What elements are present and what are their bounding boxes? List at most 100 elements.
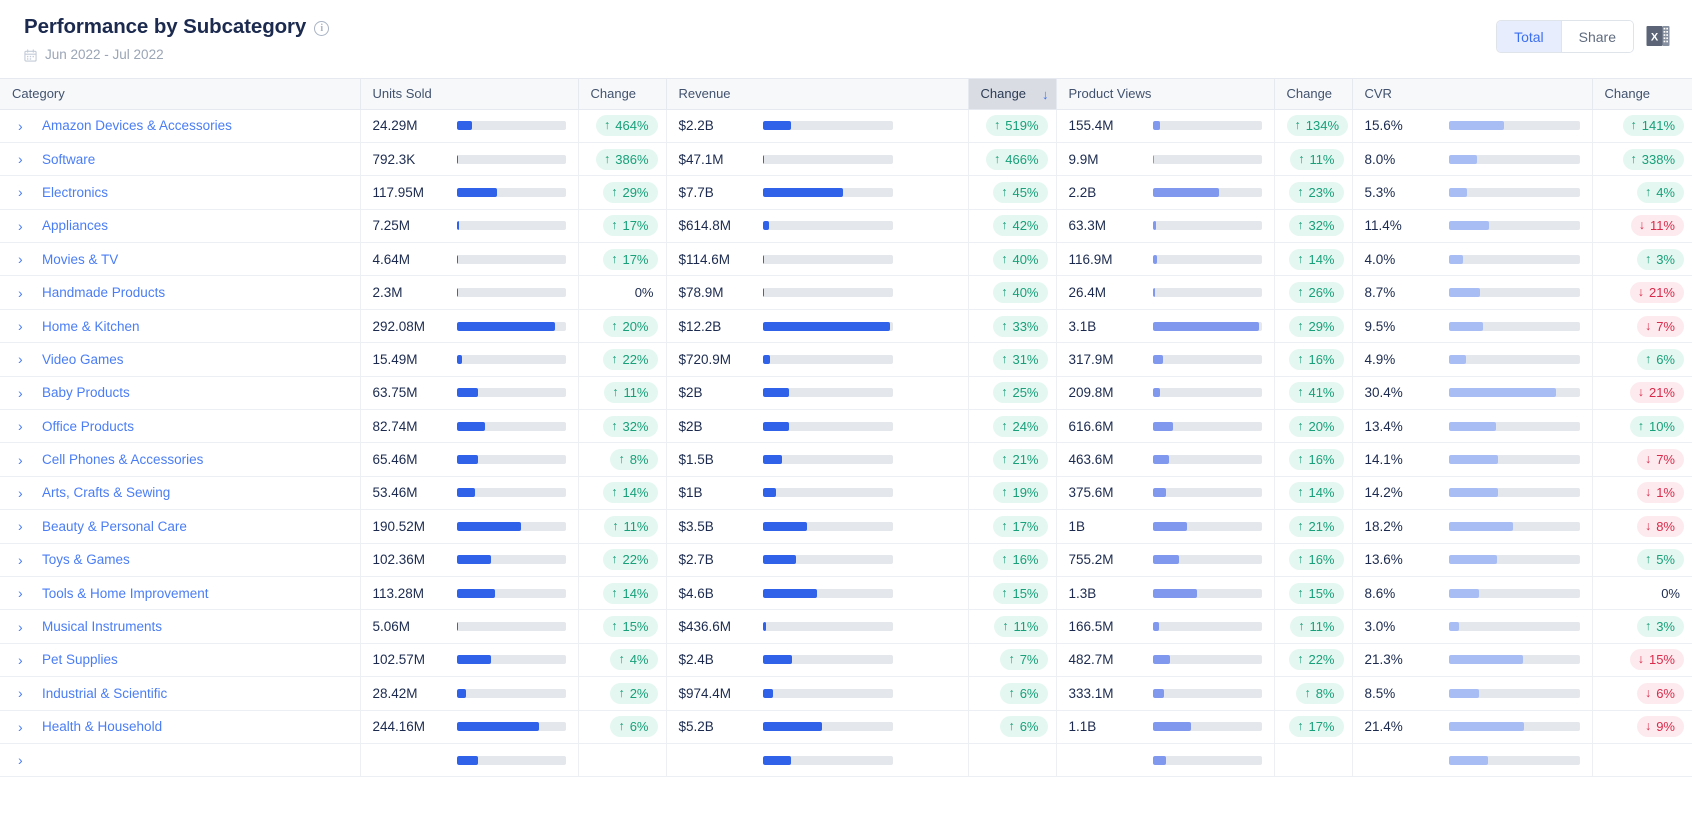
cvr-change-badge-value: 5% [1656, 552, 1675, 567]
table-row[interactable]: ›Industrial & Scientific28.42M↑2%$974.4M… [0, 677, 1692, 710]
category-link[interactable]: Cell Phones & Accessories [42, 452, 203, 467]
category-link[interactable]: Movies & TV [42, 252, 118, 267]
table-row[interactable]: ›Video Games15.49M↑22%$720.9M↑31%317.9M↑… [0, 343, 1692, 376]
category-link[interactable]: Beauty & Personal Care [42, 519, 187, 534]
table-row[interactable]: ›Handmade Products2.3M0%$78.9M↑40%26.4M↑… [0, 276, 1692, 309]
category-link[interactable]: Video Games [42, 352, 124, 367]
info-icon[interactable]: i [314, 21, 329, 36]
cell-category[interactable]: › Amazon Devices & Accessories [0, 109, 360, 142]
table-row[interactable]: ›Movies & TV4.64M↑17%$114.6M↑40%116.9M↑1… [0, 243, 1692, 276]
category-link[interactable]: Handmade Products [42, 285, 165, 300]
column-header-cvr-change[interactable]: Change [1592, 79, 1692, 109]
cell-category[interactable]: › Software [0, 142, 360, 175]
arrow-up-icon: ↑ [1297, 419, 1303, 434]
cell-category[interactable]: › [0, 743, 360, 776]
column-header-revenue-change-sorted[interactable]: Change↓ [968, 79, 1056, 109]
table-row[interactable]: ›Software792.3K↑386%$47.1M↑466%9.9M↑11%8… [0, 142, 1692, 175]
chevron-right-icon[interactable]: › [18, 519, 28, 533]
category-link[interactable]: Amazon Devices & Accessories [42, 118, 232, 133]
cell-category[interactable]: › Office Products [0, 410, 360, 443]
chevron-right-icon[interactable]: › [18, 453, 28, 467]
table-row[interactable]: ›Health & Household244.16M↑6%$5.2B↑6%1.1… [0, 710, 1692, 743]
chevron-right-icon[interactable]: › [18, 319, 28, 333]
chevron-right-icon[interactable]: › [18, 386, 28, 400]
table-row[interactable]: ›Electronics117.95M↑29%$7.7B↑45%2.2B↑23%… [0, 176, 1692, 209]
table-row[interactable]: ›Home & Kitchen292.08M↑20%$12.2B↑33%3.1B… [0, 309, 1692, 342]
category-link[interactable]: Toys & Games [42, 552, 130, 567]
cell-category[interactable]: › Musical Instruments [0, 610, 360, 643]
chevron-right-icon[interactable]: › [18, 753, 28, 767]
chevron-right-icon[interactable]: › [18, 352, 28, 366]
column-header-revenue[interactable]: Revenue [666, 79, 968, 109]
date-range-label[interactable]: Jun 2022 - Jul 2022 [45, 47, 164, 63]
cell-category[interactable]: › Pet Supplies [0, 643, 360, 676]
view-mode-segmented-control[interactable]: Total Share [1496, 20, 1634, 53]
category-link[interactable]: Musical Instruments [42, 619, 162, 634]
units-sold-value: 28.42M [373, 686, 451, 701]
chevron-right-icon[interactable]: › [18, 219, 28, 233]
column-header-views-change[interactable]: Change [1274, 79, 1352, 109]
table-row[interactable]: ›Pet Supplies102.57M↑4%$2.4B↑7%482.7M↑22… [0, 643, 1692, 676]
chevron-right-icon[interactable]: › [18, 586, 28, 600]
cell-category[interactable]: › Home & Kitchen [0, 309, 360, 342]
chevron-right-icon[interactable]: › [18, 286, 28, 300]
cell-category[interactable]: › Baby Products [0, 376, 360, 409]
cell-category[interactable]: › Movies & TV [0, 243, 360, 276]
table-row[interactable]: ›Beauty & Personal Care190.52M↑11%$3.5B↑… [0, 510, 1692, 543]
table-row[interactable]: ›Arts, Crafts & Sewing53.46M↑14%$1B↑19%3… [0, 476, 1692, 509]
table-row[interactable]: ›Musical Instruments5.06M↑15%$436.6M↑11%… [0, 610, 1692, 643]
chevron-right-icon[interactable]: › [18, 686, 28, 700]
table-row[interactable]: ›Office Products82.74M↑32%$2B↑24%616.6M↑… [0, 410, 1692, 443]
column-header-cvr[interactable]: CVR [1352, 79, 1592, 109]
share-tab[interactable]: Share [1562, 21, 1633, 52]
table-row[interactable]: ›Tools & Home Improvement113.28M↑14%$4.6… [0, 576, 1692, 609]
category-link[interactable]: Industrial & Scientific [42, 686, 167, 701]
chevron-right-icon[interactable]: › [18, 152, 28, 166]
cell-category[interactable]: › Appliances [0, 209, 360, 242]
chevron-right-icon[interactable]: › [18, 720, 28, 734]
chevron-right-icon[interactable]: › [18, 653, 28, 667]
cell-category[interactable]: › Electronics [0, 176, 360, 209]
category-link[interactable]: Health & Household [42, 719, 162, 734]
column-header-units-sold[interactable]: Units Sold [360, 79, 578, 109]
table-row-partial[interactable]: › [0, 743, 1692, 776]
cell-category[interactable]: › Tools & Home Improvement [0, 576, 360, 609]
category-link[interactable]: Office Products [42, 419, 134, 434]
arrow-up-icon: ↑ [1001, 185, 1007, 200]
chevron-right-icon[interactable]: › [18, 252, 28, 266]
column-header-units-change[interactable]: Change [578, 79, 666, 109]
cell-category[interactable]: › Beauty & Personal Care [0, 510, 360, 543]
table-row[interactable]: ›Baby Products63.75M↑11%$2B↑25%209.8M↑41… [0, 376, 1692, 409]
table-row[interactable]: ›Appliances7.25M↑17%$614.8M↑42%63.3M↑32%… [0, 209, 1692, 242]
performance-table-container[interactable]: Category Units Sold Change Revenue Chang… [0, 78, 1692, 814]
table-row[interactable]: ›Cell Phones & Accessories65.46M↑8%$1.5B… [0, 443, 1692, 476]
table-row[interactable]: ›Toys & Games102.36M↑22%$2.7B↑16%755.2M↑… [0, 543, 1692, 576]
category-link[interactable]: Tools & Home Improvement [42, 586, 209, 601]
category-link[interactable]: Software [42, 152, 95, 167]
chevron-right-icon[interactable]: › [18, 486, 28, 500]
column-header-category[interactable]: Category [0, 79, 360, 109]
category-link[interactable]: Electronics [42, 185, 108, 200]
chevron-right-icon[interactable]: › [18, 553, 28, 567]
cell-category[interactable]: › Arts, Crafts & Sewing [0, 476, 360, 509]
cell-category[interactable]: › Industrial & Scientific [0, 677, 360, 710]
category-link[interactable]: Home & Kitchen [42, 319, 140, 334]
cell-category[interactable]: › Handmade Products [0, 276, 360, 309]
views-change-badge-value: 8% [1316, 686, 1335, 701]
cell-category[interactable]: › Cell Phones & Accessories [0, 443, 360, 476]
category-link[interactable]: Pet Supplies [42, 652, 118, 667]
cell-category[interactable]: › Toys & Games [0, 543, 360, 576]
category-link[interactable]: Baby Products [42, 385, 130, 400]
table-row[interactable]: ›Amazon Devices & Accessories24.29M↑464%… [0, 109, 1692, 142]
total-tab[interactable]: Total [1497, 21, 1561, 52]
chevron-right-icon[interactable]: › [18, 119, 28, 133]
category-link[interactable]: Arts, Crafts & Sewing [42, 485, 170, 500]
column-header-product-views[interactable]: Product Views [1056, 79, 1274, 109]
chevron-right-icon[interactable]: › [18, 620, 28, 634]
chevron-right-icon[interactable]: › [18, 419, 28, 433]
chevron-right-icon[interactable]: › [18, 185, 28, 199]
cell-category[interactable]: › Video Games [0, 343, 360, 376]
cell-category[interactable]: › Health & Household [0, 710, 360, 743]
excel-export-icon[interactable]: X [1646, 23, 1672, 51]
category-link[interactable]: Appliances [42, 218, 108, 233]
